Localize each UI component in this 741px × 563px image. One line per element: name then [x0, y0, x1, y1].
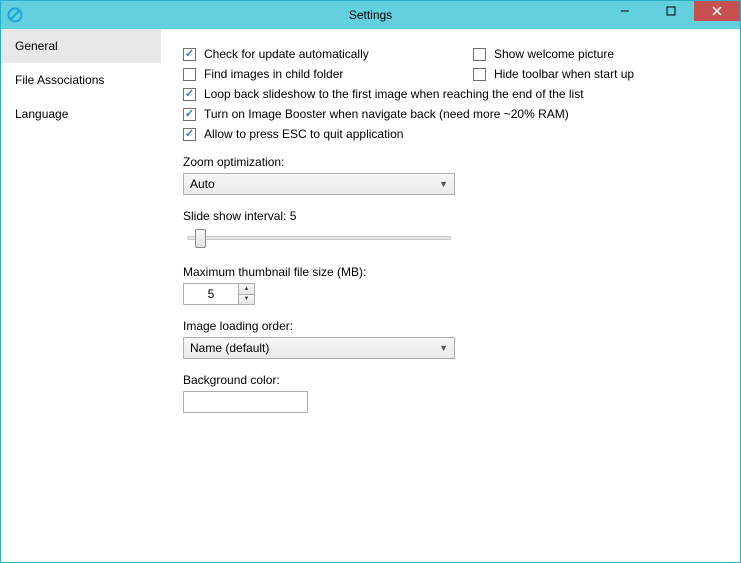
sidebar-item-label: Language	[15, 107, 68, 121]
sidebar: General File Associations Language	[1, 29, 161, 562]
sidebar-item-label: General	[15, 39, 58, 53]
sidebar-item-language[interactable]: Language	[1, 97, 161, 131]
minimize-button[interactable]	[602, 1, 648, 21]
settings-panel: Check for update automatically Show welc…	[161, 29, 740, 562]
checkbox-esc-quit[interactable]	[183, 128, 196, 141]
sidebar-item-file-associations[interactable]: File Associations	[1, 63, 161, 97]
select-value: Auto	[190, 177, 215, 191]
checkbox-label: Loop back slideshow to the first image w…	[204, 87, 584, 101]
app-icon	[7, 7, 23, 23]
chevron-down-icon: ▼	[439, 343, 448, 353]
checkbox-show-welcome[interactable]	[473, 48, 486, 61]
checkbox-label: Find images in child folder	[204, 67, 343, 81]
slider-track	[187, 236, 451, 240]
checkbox-label: Show welcome picture	[494, 47, 614, 61]
checkbox-hide-toolbar[interactable]	[473, 68, 486, 81]
loading-order-label: Image loading order:	[183, 319, 722, 333]
sidebar-item-label: File Associations	[15, 73, 104, 87]
thumbnail-size-label: Maximum thumbnail file size (MB):	[183, 265, 722, 279]
chevron-down-icon: ▼	[439, 179, 448, 189]
close-button[interactable]	[694, 1, 740, 21]
window-controls	[602, 1, 740, 29]
checkbox-label: Hide toolbar when start up	[494, 67, 634, 81]
titlebar: Settings	[1, 1, 740, 29]
spinner-down-button[interactable]: ▼	[239, 294, 254, 305]
slideshow-interval-slider[interactable]	[183, 227, 455, 251]
background-color-picker[interactable]	[183, 391, 308, 413]
checkbox-check-update[interactable]	[183, 48, 196, 61]
zoom-optimization-select[interactable]: Auto ▼	[183, 173, 455, 195]
checkbox-find-child[interactable]	[183, 68, 196, 81]
checkbox-label: Check for update automatically	[204, 47, 369, 61]
checkbox-loop-back[interactable]	[183, 88, 196, 101]
spinner-up-button[interactable]: ▲	[239, 284, 254, 294]
checkbox-image-booster[interactable]	[183, 108, 196, 121]
zoom-optimization-label: Zoom optimization:	[183, 155, 722, 169]
slideshow-interval-label: Slide show interval: 5	[183, 209, 722, 223]
thumbnail-size-spinner[interactable]: ▲ ▼	[183, 283, 255, 305]
checkbox-label: Turn on Image Booster when navigate back…	[204, 107, 569, 121]
sidebar-item-general[interactable]: General	[1, 29, 161, 63]
select-value: Name (default)	[190, 341, 269, 355]
checkbox-label: Allow to press ESC to quit application	[204, 127, 403, 141]
slider-thumb[interactable]	[195, 229, 206, 248]
thumbnail-size-input[interactable]	[184, 284, 238, 304]
maximize-button[interactable]	[648, 1, 694, 21]
background-color-label: Background color:	[183, 373, 722, 387]
loading-order-select[interactable]: Name (default) ▼	[183, 337, 455, 359]
